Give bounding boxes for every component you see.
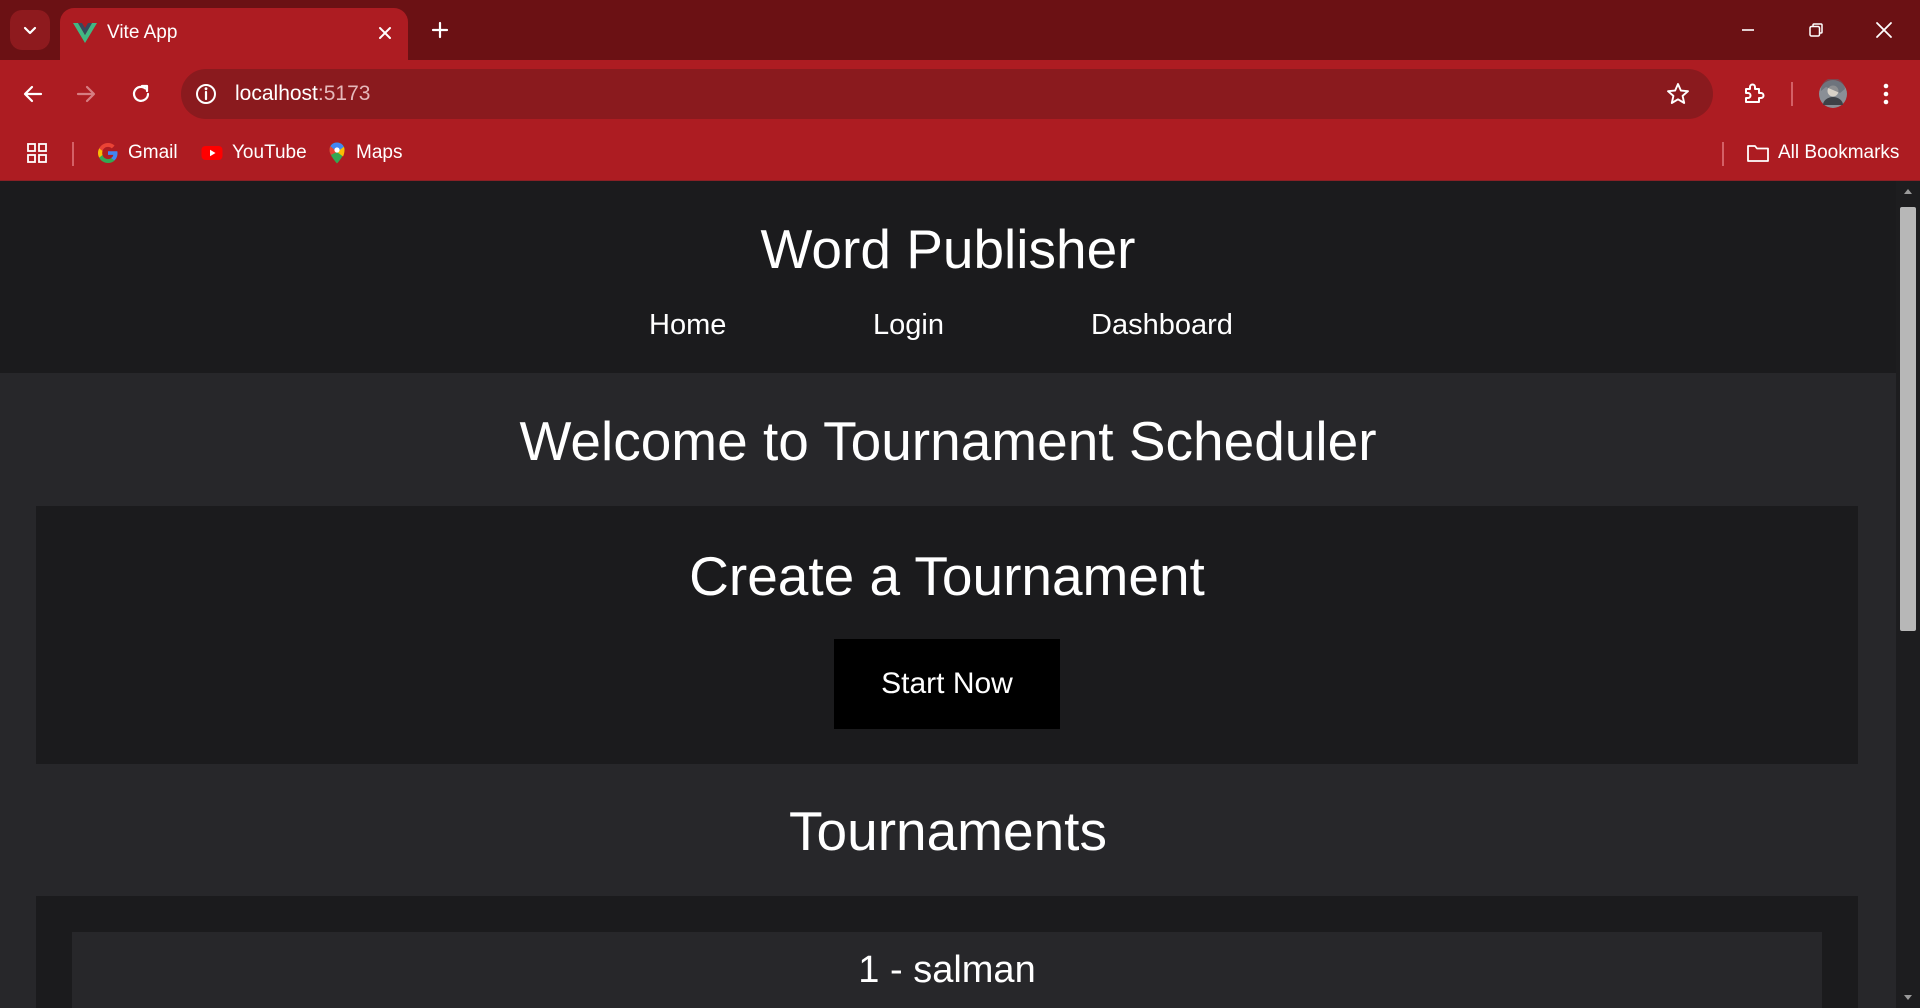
nav-link-login[interactable]: Login — [873, 309, 944, 342]
bookmark-youtube[interactable]: YouTube — [200, 138, 307, 168]
url-text[interactable]: localhost:5173 — [235, 82, 370, 106]
reload-button[interactable] — [121, 74, 161, 114]
close-window-button[interactable] — [1850, 0, 1918, 60]
all-bookmarks-button[interactable]: All Bookmarks — [1746, 138, 1899, 168]
browser-toolbar: localhost:5173 — [0, 60, 1920, 128]
google-icon — [98, 143, 118, 163]
extensions-button[interactable] — [1734, 74, 1774, 114]
apps-grid-icon — [27, 143, 47, 163]
reload-icon — [132, 84, 150, 102]
forward-button[interactable] — [66, 74, 106, 114]
start-now-button[interactable]: Start Now — [834, 639, 1060, 729]
bookmark-label: Gmail — [128, 142, 178, 163]
tab-title: Vite App — [107, 22, 178, 43]
triangle-up-icon — [1904, 189, 1912, 194]
site-title: Word Publisher — [760, 218, 1136, 280]
minimize-button[interactable] — [1714, 0, 1782, 60]
arrow-right-icon — [76, 85, 96, 103]
avatar — [1819, 79, 1847, 108]
arrow-left-icon — [23, 85, 43, 103]
back-button[interactable] — [13, 74, 53, 114]
create-tournament-panel: Create a Tournament Start Now — [36, 506, 1858, 764]
list-item[interactable]: 1 - salman — [72, 932, 1822, 1008]
bookmark-label: YouTube — [232, 142, 307, 163]
apps-button[interactable] — [26, 138, 56, 168]
close-icon — [379, 27, 391, 39]
site-nav: Home Login Dashboard — [0, 309, 1896, 349]
nav-link-dashboard[interactable]: Dashboard — [1091, 309, 1233, 342]
page-viewport: Word Publisher Home Login Dashboard Welc… — [0, 181, 1920, 1008]
url-host: localhost — [235, 82, 318, 105]
welcome-heading: Welcome to Tournament Scheduler — [519, 410, 1377, 472]
browser-tab-active[interactable]: Vite App — [60, 8, 408, 60]
tab-close-button[interactable] — [372, 20, 398, 46]
bookmarks-separator — [1722, 142, 1724, 166]
new-tab-button[interactable] — [422, 12, 458, 48]
tab-strip: Vite App — [0, 0, 1920, 60]
tab-search-button[interactable] — [10, 10, 50, 50]
site-header: Word Publisher Home Login Dashboard — [0, 181, 1896, 373]
scroll-up-button[interactable] — [1896, 181, 1920, 201]
restore-button[interactable] — [1782, 0, 1850, 60]
toolbar-separator — [1791, 82, 1793, 106]
browser-menu-button[interactable] — [1866, 74, 1906, 114]
restore-icon — [1809, 23, 1823, 37]
youtube-icon — [201, 146, 223, 160]
close-icon — [1876, 22, 1892, 38]
chevron-down-icon — [23, 26, 37, 35]
maps-icon — [329, 142, 345, 164]
tournament-name: 1 - salman — [858, 949, 1036, 991]
page-scrollbar[interactable] — [1896, 181, 1920, 1008]
vue-icon — [73, 23, 97, 43]
tournaments-heading: Tournaments — [789, 800, 1107, 862]
profile-button[interactable] — [1813, 74, 1853, 114]
all-bookmarks-label: All Bookmarks — [1778, 142, 1900, 163]
bookmarks-bar: Gmail YouTube Maps All Bookmarks — [0, 128, 1920, 181]
kebab-menu-icon — [1883, 83, 1889, 105]
create-tournament-heading: Create a Tournament — [689, 545, 1205, 607]
scrollbar-thumb[interactable] — [1900, 207, 1916, 631]
bookmark-maps[interactable]: Maps — [326, 138, 402, 168]
scroll-down-button[interactable] — [1896, 988, 1920, 1008]
bookmark-label: Maps — [356, 142, 403, 163]
minimize-icon — [1742, 29, 1754, 31]
folder-icon — [1747, 145, 1769, 162]
triangle-down-icon — [1904, 995, 1912, 1000]
star-icon[interactable] — [1665, 81, 1691, 107]
puzzle-icon — [1745, 83, 1765, 103]
address-bar[interactable]: localhost:5173 — [181, 69, 1713, 119]
info-icon[interactable] — [193, 81, 219, 107]
plus-icon — [431, 21, 449, 39]
nav-link-home[interactable]: Home — [649, 309, 726, 342]
bookmark-gmail[interactable]: Gmail — [96, 138, 178, 168]
url-port: :5173 — [317, 82, 371, 105]
bookmarks-separator — [72, 142, 74, 166]
tournaments-list: 1 - salman — [36, 896, 1858, 1008]
